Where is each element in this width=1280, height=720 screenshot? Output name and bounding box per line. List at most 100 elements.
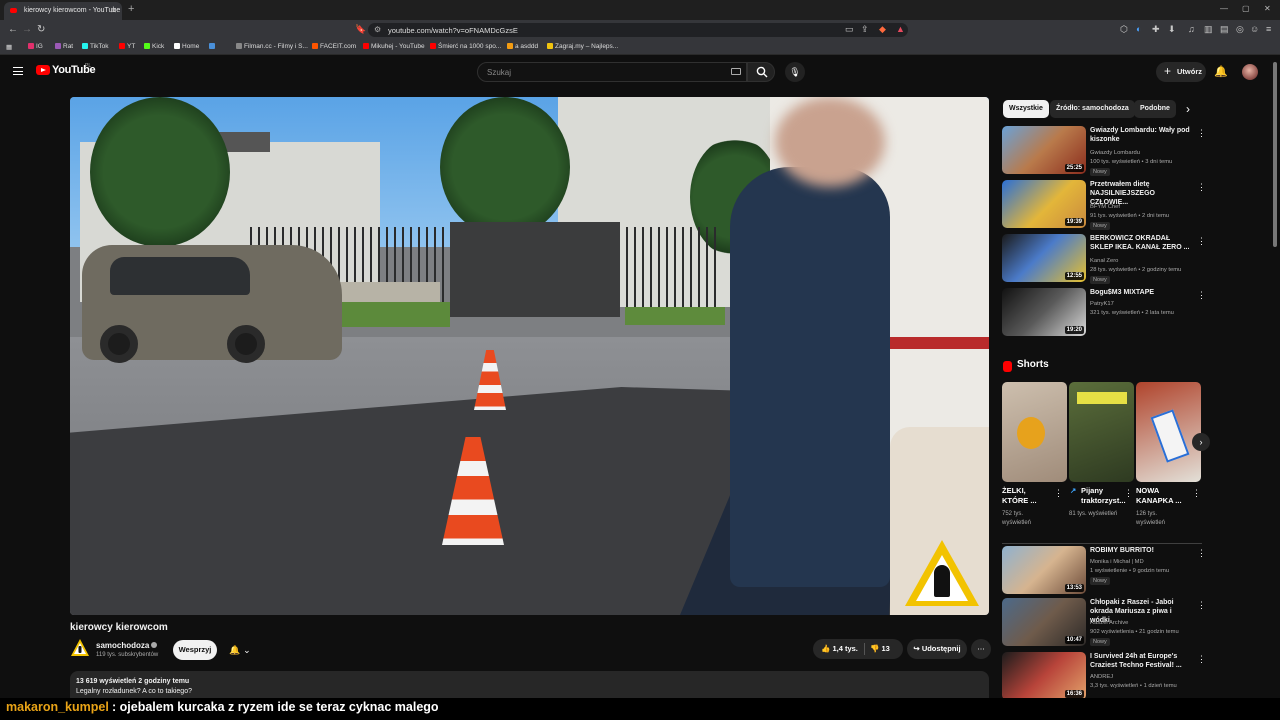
search-input[interactable]: Szukaj (477, 62, 747, 82)
create-button[interactable]: + Utwórz (1156, 62, 1206, 82)
subscription-bell-button[interactable]: 🔔 ⌄ (223, 640, 257, 660)
short-title[interactable]: ŻELKI, KTÓRE ... (1002, 486, 1052, 506)
chip-from-channel[interactable]: Źródło: samochodoza (1050, 100, 1135, 118)
thumbnail[interactable]: 19:39 (1002, 180, 1086, 228)
short-thumbnail[interactable] (1002, 382, 1067, 482)
recommendation-channel[interactable]: Gwiazdy Lombardu (1090, 150, 1140, 156)
recommendation-item[interactable]: 10:47 Chłopaki z Raszei - Jaboi okrada M… (1002, 598, 1206, 646)
url-bar[interactable]: ⚙ youtube.com/watch?v=oFNAMDcGzsE (368, 23, 908, 37)
recommendation-item[interactable]: 19:39 Przetrwałem dietę NAJSILNIEJSZEGO … (1002, 180, 1206, 230)
bookmark-rat[interactable]: Rat (55, 43, 73, 50)
bookmark-zagraj[interactable]: Zagraj.my – Najleps... (547, 43, 618, 50)
recommendation-item[interactable]: 13:53 ROBIMY BURRITO! Monika i Michał | … (1002, 546, 1206, 594)
minimize-icon[interactable]: — (1220, 4, 1228, 13)
thumbnail[interactable]: 12:55 (1002, 234, 1086, 282)
back-icon[interactable]: ← (8, 24, 18, 35)
profile-icon[interactable]: ☺ (1250, 24, 1259, 34)
thumbnail[interactable]: 25:25 (1002, 126, 1086, 174)
hamburger-menu-icon[interactable] (13, 67, 23, 75)
thumbnail[interactable]: 19:20 (1002, 288, 1086, 336)
recommendation-item[interactable]: 25:25 Gwiazdy Lombardu: Wały pod kiszonk… (1002, 126, 1206, 176)
bookmark-faceit[interactable]: FACEIT.com (312, 43, 356, 50)
microphone-icon[interactable]: 🎙 (785, 62, 805, 82)
bookmark-icon[interactable]: 🔖 (355, 24, 366, 35)
channel-avatar[interactable] (70, 638, 90, 658)
sidebar-icon[interactable]: ▥ (1204, 24, 1213, 35)
more-vert-icon[interactable]: ⋮ (1197, 290, 1206, 301)
search-button[interactable] (747, 62, 775, 82)
bookmark-asddd[interactable]: a asddd (507, 43, 538, 50)
translate-icon[interactable]: ◐ (1136, 24, 1141, 34)
recommendation-title[interactable]: Gwiazdy Lombardu: Wały pod kiszonke (1090, 126, 1190, 144)
notifications-bell-icon[interactable]: 🔔 (1214, 65, 1228, 79)
recommendation-channel[interactable]: Kanał Zero (1090, 258, 1118, 264)
chip-related[interactable]: Podobne (1134, 100, 1176, 118)
chip-all[interactable]: Wszystkie (1003, 100, 1049, 118)
recommendation-title[interactable]: Bogu$M3 MIXTAPE (1090, 288, 1190, 297)
short-thumbnail[interactable] (1069, 382, 1134, 482)
bookmark-home[interactable]: Home (174, 43, 199, 50)
share-page-icon[interactable]: ⇪ (861, 24, 869, 35)
forward-icon[interactable]: → (22, 24, 32, 35)
bookmark-mikuhej[interactable]: Mikuhej - YouTube (363, 43, 425, 50)
more-vert-icon[interactable]: ⋮ (1197, 600, 1206, 611)
recommendation-channel[interactable]: Raszei Archive (1090, 620, 1128, 626)
thumbnail[interactable]: 10:47 (1002, 598, 1086, 646)
wallet-icon[interactable]: ▤ (1220, 24, 1229, 35)
short-title[interactable]: ↗ Pijany traktorzyst... (1069, 486, 1131, 506)
dislike-button[interactable]: 👎 13 (870, 639, 890, 659)
more-vert-icon[interactable]: ⋮ (1192, 488, 1201, 499)
bookmark-link[interactable] (209, 43, 217, 50)
more-vert-icon[interactable]: ⋮ (1197, 182, 1206, 193)
keyboard-icon[interactable] (731, 68, 741, 75)
more-vert-icon[interactable]: ⋮ (1197, 548, 1206, 559)
more-vert-icon[interactable]: ⋮ (1197, 128, 1206, 139)
recommendation-title[interactable]: I Survived 24h at Europe's Craziest Tech… (1090, 652, 1190, 670)
recommendation-channel[interactable]: PatryK17 (1090, 301, 1114, 307)
short-thumbnail[interactable] (1136, 382, 1201, 482)
more-vert-icon[interactable]: ⋮ (1197, 236, 1206, 247)
recommendation-channel[interactable]: Monika i Michał | MD (1090, 559, 1144, 565)
recommendation-title[interactable]: ROBIMY BURRITO! (1090, 546, 1190, 555)
close-tab-icon[interactable]: ✕ (110, 6, 117, 15)
channel-name[interactable]: samochodoza (96, 641, 158, 650)
downloads-icon[interactable]: ⬇ (1168, 24, 1176, 35)
shorts-next-button[interactable]: › (1192, 433, 1210, 451)
browser-tab[interactable]: kierowcy kierowcom - YouTube ✕ (4, 2, 122, 20)
close-window-icon[interactable]: ✕ (1264, 4, 1271, 13)
puzzle-icon[interactable]: ✚ (1152, 24, 1160, 35)
rewards-icon[interactable]: ▲ (896, 24, 905, 34)
reload-icon[interactable]: ↻ (37, 24, 45, 35)
site-info-icon[interactable]: ⚙ (374, 25, 381, 34)
recommendation-title[interactable]: BERKOWICZ OKRADAŁ SKLEP IKEA. KANAŁ ZERO… (1090, 234, 1190, 252)
support-button[interactable]: Wesprzyj (173, 640, 217, 660)
bookmark-filman[interactable]: Filman.cc - Filmy i S... (236, 43, 308, 50)
new-tab-button[interactable]: + (128, 3, 134, 15)
recommendation-item[interactable]: 16:36 I Survived 24h at Europe's Crazies… (1002, 652, 1206, 700)
recommendation-item[interactable]: 19:20 Bogu$M3 MIXTAPE PatryK17 321 tys. … (1002, 288, 1206, 336)
youtube-logo-icon[interactable] (36, 65, 50, 75)
short-title[interactable]: NOWA KANAPKA ... (1136, 486, 1186, 506)
menu-icon[interactable]: ≡ (1266, 24, 1271, 34)
video-player[interactable] (70, 97, 989, 615)
cast-icon[interactable]: ▭ (845, 24, 854, 35)
brave-shield-icon[interactable]: ◆ (879, 24, 886, 35)
recommendation-channel[interactable]: BFYM Chef (1090, 204, 1120, 210)
recommendation-title[interactable]: Przetrwałem dietę NAJSILNIEJSZEGO CZŁOWI… (1090, 180, 1190, 207)
apps-grid-icon[interactable]: ▦ (6, 43, 12, 51)
bookmark-smierc[interactable]: Śmierć na 1000 spo... (430, 43, 501, 50)
more-actions-button[interactable]: ⋯ (971, 639, 991, 659)
more-vert-icon[interactable]: ⋮ (1124, 488, 1133, 499)
share-button[interactable]: ↪ Udostępnij (907, 639, 967, 659)
more-vert-icon[interactable]: ⋮ (1054, 488, 1063, 499)
chevron-right-icon[interactable]: › (1186, 102, 1190, 116)
recommendation-item[interactable]: 12:55 BERKOWICZ OKRADAŁ SKLEP IKEA. KANA… (1002, 234, 1206, 284)
bookmark-kick[interactable]: Kick (144, 43, 164, 50)
bookmark-ig[interactable]: IG (28, 43, 43, 50)
bookmark-yt[interactable]: YT (119, 43, 135, 50)
more-vert-icon[interactable]: ⋮ (1197, 654, 1206, 665)
thumbnail[interactable]: 16:36 (1002, 652, 1086, 700)
like-button[interactable]: 👍 1,4 tys. (821, 644, 858, 653)
maximize-icon[interactable]: ▢ (1242, 4, 1250, 13)
recommendation-channel[interactable]: ANDREJ (1090, 674, 1113, 680)
